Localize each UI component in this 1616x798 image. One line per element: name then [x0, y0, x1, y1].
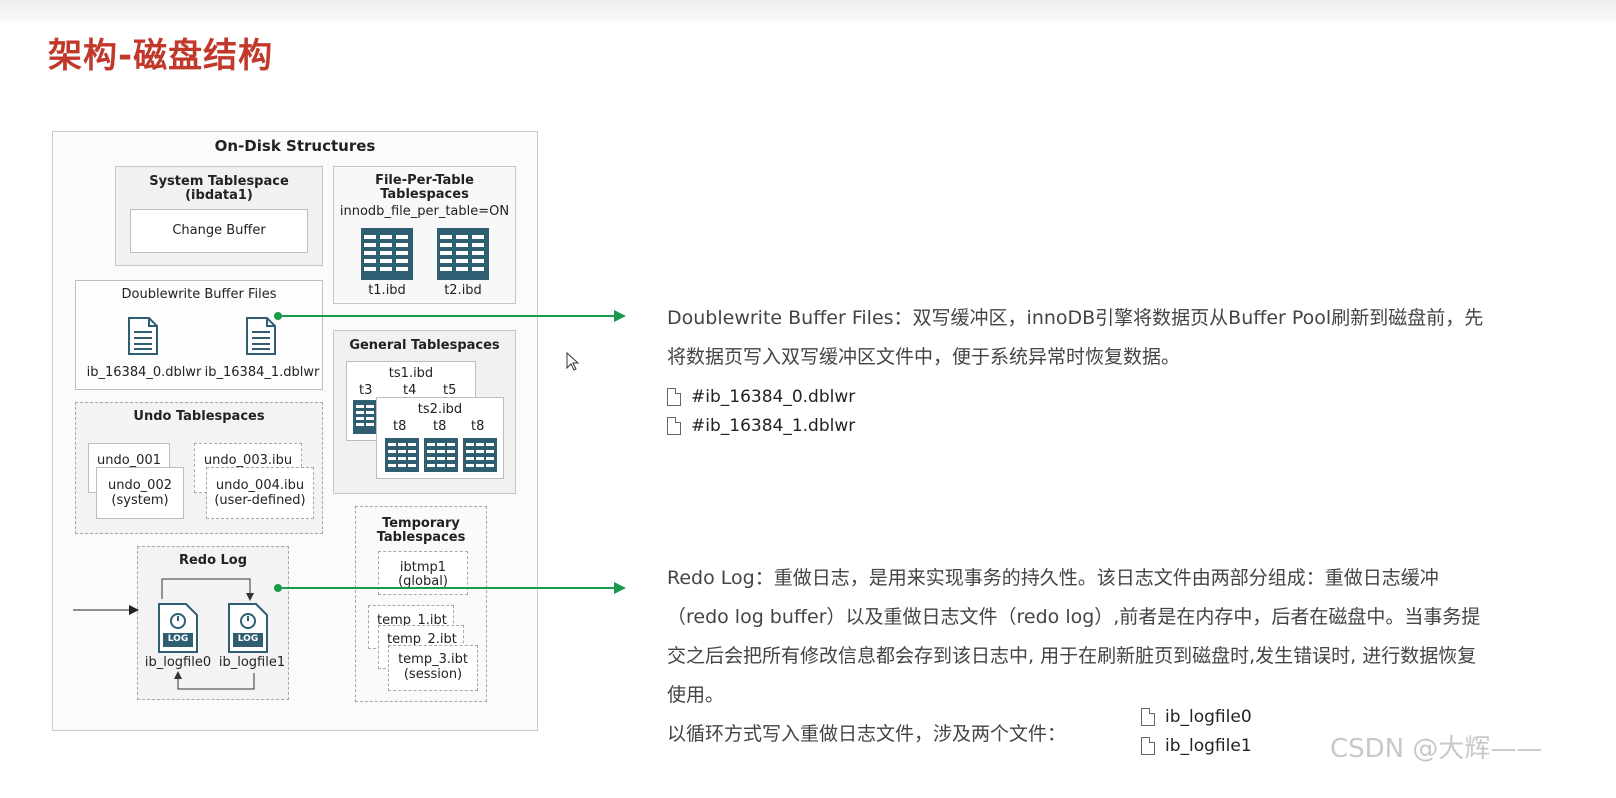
t2-ibd-label: t2.ibd	[444, 283, 482, 298]
undo-003-label: undo_003.ibu	[203, 453, 293, 468]
dblwr-file-1: #ib_16384_1.dblwr	[691, 416, 856, 436]
redo-desc-line-3: 交之后会把所有修改信息都会存到该日志中, 用于在刷新脏页到磁盘时,发生错误时, …	[667, 645, 1477, 667]
doublewrite-buffer-label: Doublewrite Buffer Files	[121, 287, 277, 302]
dblwr-file-0: #ib_16384_0.dblwr	[691, 387, 856, 407]
table-icon	[437, 228, 489, 280]
doublewrite-desc-line-1: Doublewrite Buffer Files：双写缓冲区，innoDB引擎将…	[667, 307, 1484, 329]
file-icon	[1141, 737, 1155, 755]
redo-log-box: Redo Log LOG LOG ib_logfile0 ib_logfile1	[137, 546, 289, 700]
logfile-item: ib_logfile0	[1141, 707, 1252, 729]
logfile-0: ib_logfile0	[1165, 707, 1252, 727]
general-tablespaces-label: General Tablespaces	[349, 338, 500, 353]
temporary-tablespaces-label: Temporary	[382, 516, 460, 531]
change-buffer-label: Change Buffer	[172, 223, 266, 238]
ibtmp1-label: ibtmp1	[399, 560, 447, 575]
ts1-table-t3: t3	[359, 383, 373, 398]
table-icon	[361, 228, 413, 280]
temp-3-box: temp_3.ibt (session)	[388, 645, 478, 691]
general-tablespaces-box: General Tablespaces ts1.ibd t3 t4 t5 ts2…	[333, 330, 516, 494]
system-tablespace-label: System Tablespace	[149, 174, 289, 189]
undo-001-label: undo_001	[97, 453, 161, 468]
table-icon	[353, 400, 377, 434]
file-per-table-box: File-Per-Table Tablespaces innodb_file_p…	[333, 166, 516, 304]
file-per-table-setting: innodb_file_per_table=ON	[339, 204, 510, 219]
logfile-item: ib_logfile1	[1141, 736, 1252, 758]
change-buffer-box: Change Buffer	[130, 209, 308, 253]
dblwr-file-1-label: ib_16384_1.dblwr	[204, 365, 320, 380]
ts2-table-t8: t8	[393, 419, 407, 434]
file-icon	[667, 417, 681, 435]
dblwr-file-item: #ib_16384_0.dblwr	[667, 387, 855, 409]
diagram-title: On-Disk Structures	[214, 137, 376, 155]
undo-002-type: (system)	[111, 493, 169, 508]
undo-004-type: (user-defined)	[214, 493, 306, 508]
top-bar	[0, 0, 1616, 22]
redo-desc-line-2: （redo log buffer）以及重做日志文件（redo log）,前者是在…	[667, 606, 1481, 628]
t1-ibd-label: t1.ibd	[368, 283, 406, 298]
doublewrite-callout-arrow	[274, 310, 626, 322]
ts1-table-t4: t4	[403, 383, 417, 398]
redo-input-arrow	[73, 605, 139, 615]
ts2-ibd-label: ts2.ibd	[417, 402, 463, 417]
dblwr-file-0-label: ib_16384_0.dblwr	[86, 365, 202, 380]
system-tablespace-box: System Tablespace (ibdata1) Change Buffe…	[115, 166, 323, 266]
mouse-cursor-icon	[566, 352, 580, 371]
cycle-arrow-top	[161, 578, 254, 601]
on-disk-structures-diagram: On-Disk Structures System Tablespace (ib…	[52, 131, 538, 731]
logfile1-label: ib_logfile1	[218, 655, 286, 670]
undo-002-box: undo_002 (system)	[96, 467, 184, 519]
doublewrite-buffer-box: Doublewrite Buffer Files ib_16384_0.dblw…	[75, 280, 323, 390]
file-per-table-label-2: Tablespaces	[380, 187, 469, 202]
undo-004-label: undo_004.ibu	[215, 478, 305, 493]
cycle-arrow-bottom	[174, 671, 255, 690]
file-icon	[1141, 708, 1155, 726]
dblwr-file-item: #ib_16384_1.dblwr	[667, 416, 855, 438]
table-icon	[463, 438, 497, 472]
undo-tablespaces-box: Undo Tablespaces undo_001 undo_002 (syst…	[75, 402, 323, 534]
undo-tablespaces-label: Undo Tablespaces	[133, 409, 265, 424]
ts1-table-t5: t5	[443, 383, 457, 398]
log-icon-label: LOG	[167, 634, 189, 644]
slide-title: 架构-磁盘结构	[48, 36, 274, 76]
watermark: CSDN @大辉——	[1330, 734, 1543, 764]
ts1-ibd-label: ts1.ibd	[388, 366, 434, 381]
logfile-1: ib_logfile1	[1165, 736, 1252, 756]
temporary-tablespaces-label-2: Tablespaces	[376, 530, 466, 545]
log-file-icon	[158, 603, 198, 653]
doublewrite-desc-line-2: 将数据页写入双写缓冲区文件中，便于系统异常时恢复数据。	[667, 346, 1181, 368]
file-per-table-label: File-Per-Table	[375, 173, 474, 188]
redo-callout-arrow	[274, 582, 626, 594]
log-file-icon	[228, 603, 268, 653]
undo-002-label: undo_002	[108, 478, 172, 493]
temp-3-scope: (session)	[403, 667, 463, 682]
ts2-ibd-box: ts2.ibd t8 t8 t8	[376, 397, 504, 479]
redo-desc-line-1: Redo Log：重做日志，是用来实现事务的持久性。该日志文件由两部分组成：重做…	[667, 567, 1439, 589]
system-tablespace-file: (ibdata1)	[185, 188, 253, 203]
redo-desc-line-5: 以循环方式写入重做日志文件，涉及两个文件：	[667, 723, 1067, 745]
temp-3-label: temp_3.ibt	[398, 652, 468, 667]
temporary-tablespaces-box: Temporary Tablespaces ibtmp1 (global) te…	[355, 506, 487, 702]
logfile0-label: ib_logfile0	[144, 655, 212, 670]
log-icon-label: LOG	[237, 634, 259, 644]
table-icon	[424, 438, 458, 472]
document-icon	[128, 317, 158, 355]
ts2-table-t8: t8	[471, 419, 485, 434]
table-icon	[385, 438, 419, 472]
redo-desc-line-4: 使用。	[667, 684, 725, 706]
file-icon	[667, 388, 681, 406]
ts2-table-t8: t8	[433, 419, 447, 434]
undo-004-box: undo_004.ibu (user-defined)	[206, 467, 314, 519]
redo-log-label: Redo Log	[178, 553, 248, 568]
